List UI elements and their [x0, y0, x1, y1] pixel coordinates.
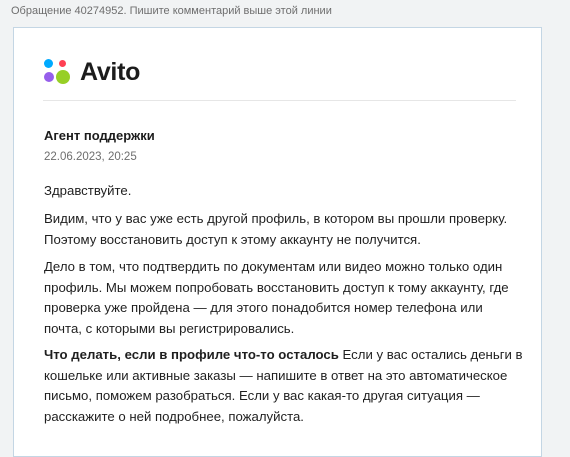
message-greeting: Здравствуйте. [44, 183, 132, 198]
message-paragraph-3: Что делать, если в профиле что-то остало… [44, 345, 524, 427]
avito-logo-icon [43, 58, 72, 87]
brand-header: Avito [43, 58, 140, 86]
logo-dot-green [56, 69, 70, 84]
logo-dot-red [59, 59, 66, 67]
message-paragraph-1: Видим, что у вас уже есть другой профиль… [44, 211, 508, 247]
message-paragraph-3-heading: Что делать, если в профиле что-то остало… [44, 347, 339, 362]
ticket-reply-note: Обращение 40274952. Пишите комментарий в… [11, 5, 332, 17]
logo-dot-blue [44, 58, 53, 68]
header-divider [43, 100, 516, 101]
sender-name: Агент поддержки [44, 128, 155, 143]
email-message-card: Avito Агент поддержки 22.06.2023, 20:25 … [13, 27, 542, 457]
logo-dot-purple [44, 71, 54, 82]
brand-wordmark: Avito [80, 58, 141, 86]
message-timestamp: 22.06.2023, 20:25 [44, 151, 137, 163]
message-paragraph-2: Дело в том, что подтвердить по документа… [44, 259, 509, 336]
